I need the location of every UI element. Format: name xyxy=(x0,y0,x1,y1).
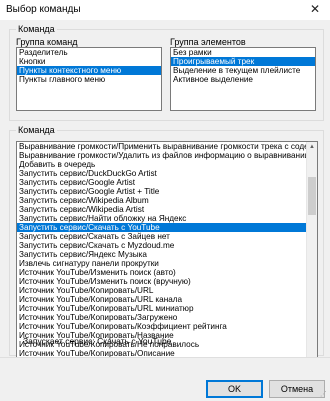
title-bar: Выбор команды ✕ xyxy=(0,0,330,21)
status-text: Запускает сервис: Скачать с YouTube xyxy=(23,336,172,346)
element-group-item[interactable]: Выделение в текущем плейлисте xyxy=(171,66,315,75)
command-item[interactable]: Источник YouTube/Копировать/URL миниатюр xyxy=(17,304,317,313)
command-item[interactable]: Извлечь сигнатуру панели прокрутки xyxy=(17,259,317,268)
element-group-item[interactable]: Без рамки xyxy=(171,48,315,57)
ok-button[interactable]: OK xyxy=(206,380,263,398)
command-item[interactable]: Запустить сервис/Wikipedia Album xyxy=(17,196,317,205)
element-group-list[interactable]: Без рамки Проигрываемый трек Выделение в т… xyxy=(170,47,316,111)
command-item[interactable]: Источник YouTube/Копировать/URL xyxy=(17,286,317,295)
close-icon[interactable]: ✕ xyxy=(308,2,322,16)
command-item[interactable]: Запустить сервис/Яндекс Музыка xyxy=(17,250,317,259)
command-item[interactable]: Источник YouTube/Копировать/Загружено xyxy=(17,313,317,322)
command-item[interactable]: Запустить сервис/Найти обложку на Яндекс xyxy=(17,214,317,223)
element-group-label: Группа элементов xyxy=(170,37,246,47)
resize-grip-icon[interactable]: ⋰ xyxy=(320,391,328,399)
dialog-footer: OK Отмена ⋰ xyxy=(0,357,330,401)
command-item[interactable]: Источник YouTube/Копировать/Коэффициент … xyxy=(17,322,317,331)
command-item[interactable]: Запустить сервис/Скачать с Зайцев нет xyxy=(17,232,317,241)
cancel-button[interactable]: Отмена xyxy=(269,380,325,398)
command-item[interactable]: Запустить сервис/Google Artist + Title xyxy=(17,187,317,196)
command-item[interactable]: Выравнивание громкости/Применить выравни… xyxy=(17,142,317,151)
command-group-item[interactable]: Пункты контекстного меню xyxy=(17,66,161,75)
command-item[interactable]: Источник YouTube/Изменить поиск (вручную… xyxy=(17,277,317,286)
element-group-item[interactable]: Проигрываемый трек xyxy=(171,57,315,66)
scroll-up-icon[interactable]: ▲ xyxy=(307,142,317,152)
command-item[interactable]: Запустить сервис/Wikipedia Artist xyxy=(17,205,317,214)
command-list-label: Команда xyxy=(16,125,57,136)
command-item[interactable]: Запустить сервис/DuckDuckGo Artist xyxy=(17,169,317,178)
command-item[interactable]: Запустить сервис/Google Artist xyxy=(17,178,317,187)
window-title: Выбор команды xyxy=(6,4,81,15)
command-group-item[interactable]: Пункты главного меню xyxy=(17,75,161,84)
dialog-body: Команда Группа команд Разделитель Кнопки П… xyxy=(0,20,330,400)
command-item[interactable]: Добавить в очередь xyxy=(17,160,317,169)
command-group-list[interactable]: Разделитель Кнопки Пункты контекстного мен… xyxy=(16,47,162,111)
command-item[interactable]: Источник YouTube/Копировать/URL канала xyxy=(17,295,317,304)
element-group-item[interactable]: Активное выделение xyxy=(171,75,315,84)
command-group-legend: Команда xyxy=(16,24,57,35)
command-item[interactable]: Выравнивание громкости/Удалить из файлов… xyxy=(17,151,317,160)
command-item[interactable]: Запустить сервис/Скачать с YouTube xyxy=(17,223,317,232)
scrollbar-thumb[interactable] xyxy=(308,177,316,216)
command-group-item[interactable]: Разделитель xyxy=(17,48,161,57)
command-item[interactable]: Запустить сервис/Скачать с Myzdoud.me xyxy=(17,241,317,250)
command-group-item[interactable]: Кнопки xyxy=(17,57,161,66)
command-list-scrollbar[interactable]: ▲ ▼ xyxy=(306,142,317,365)
command-item[interactable]: Источник YouTube/Изменить поиск (авто) xyxy=(17,268,317,277)
command-list[interactable]: Выравнивание громкости/Применить выравни… xyxy=(16,141,318,366)
command-group-label: Группа команд xyxy=(16,37,78,47)
